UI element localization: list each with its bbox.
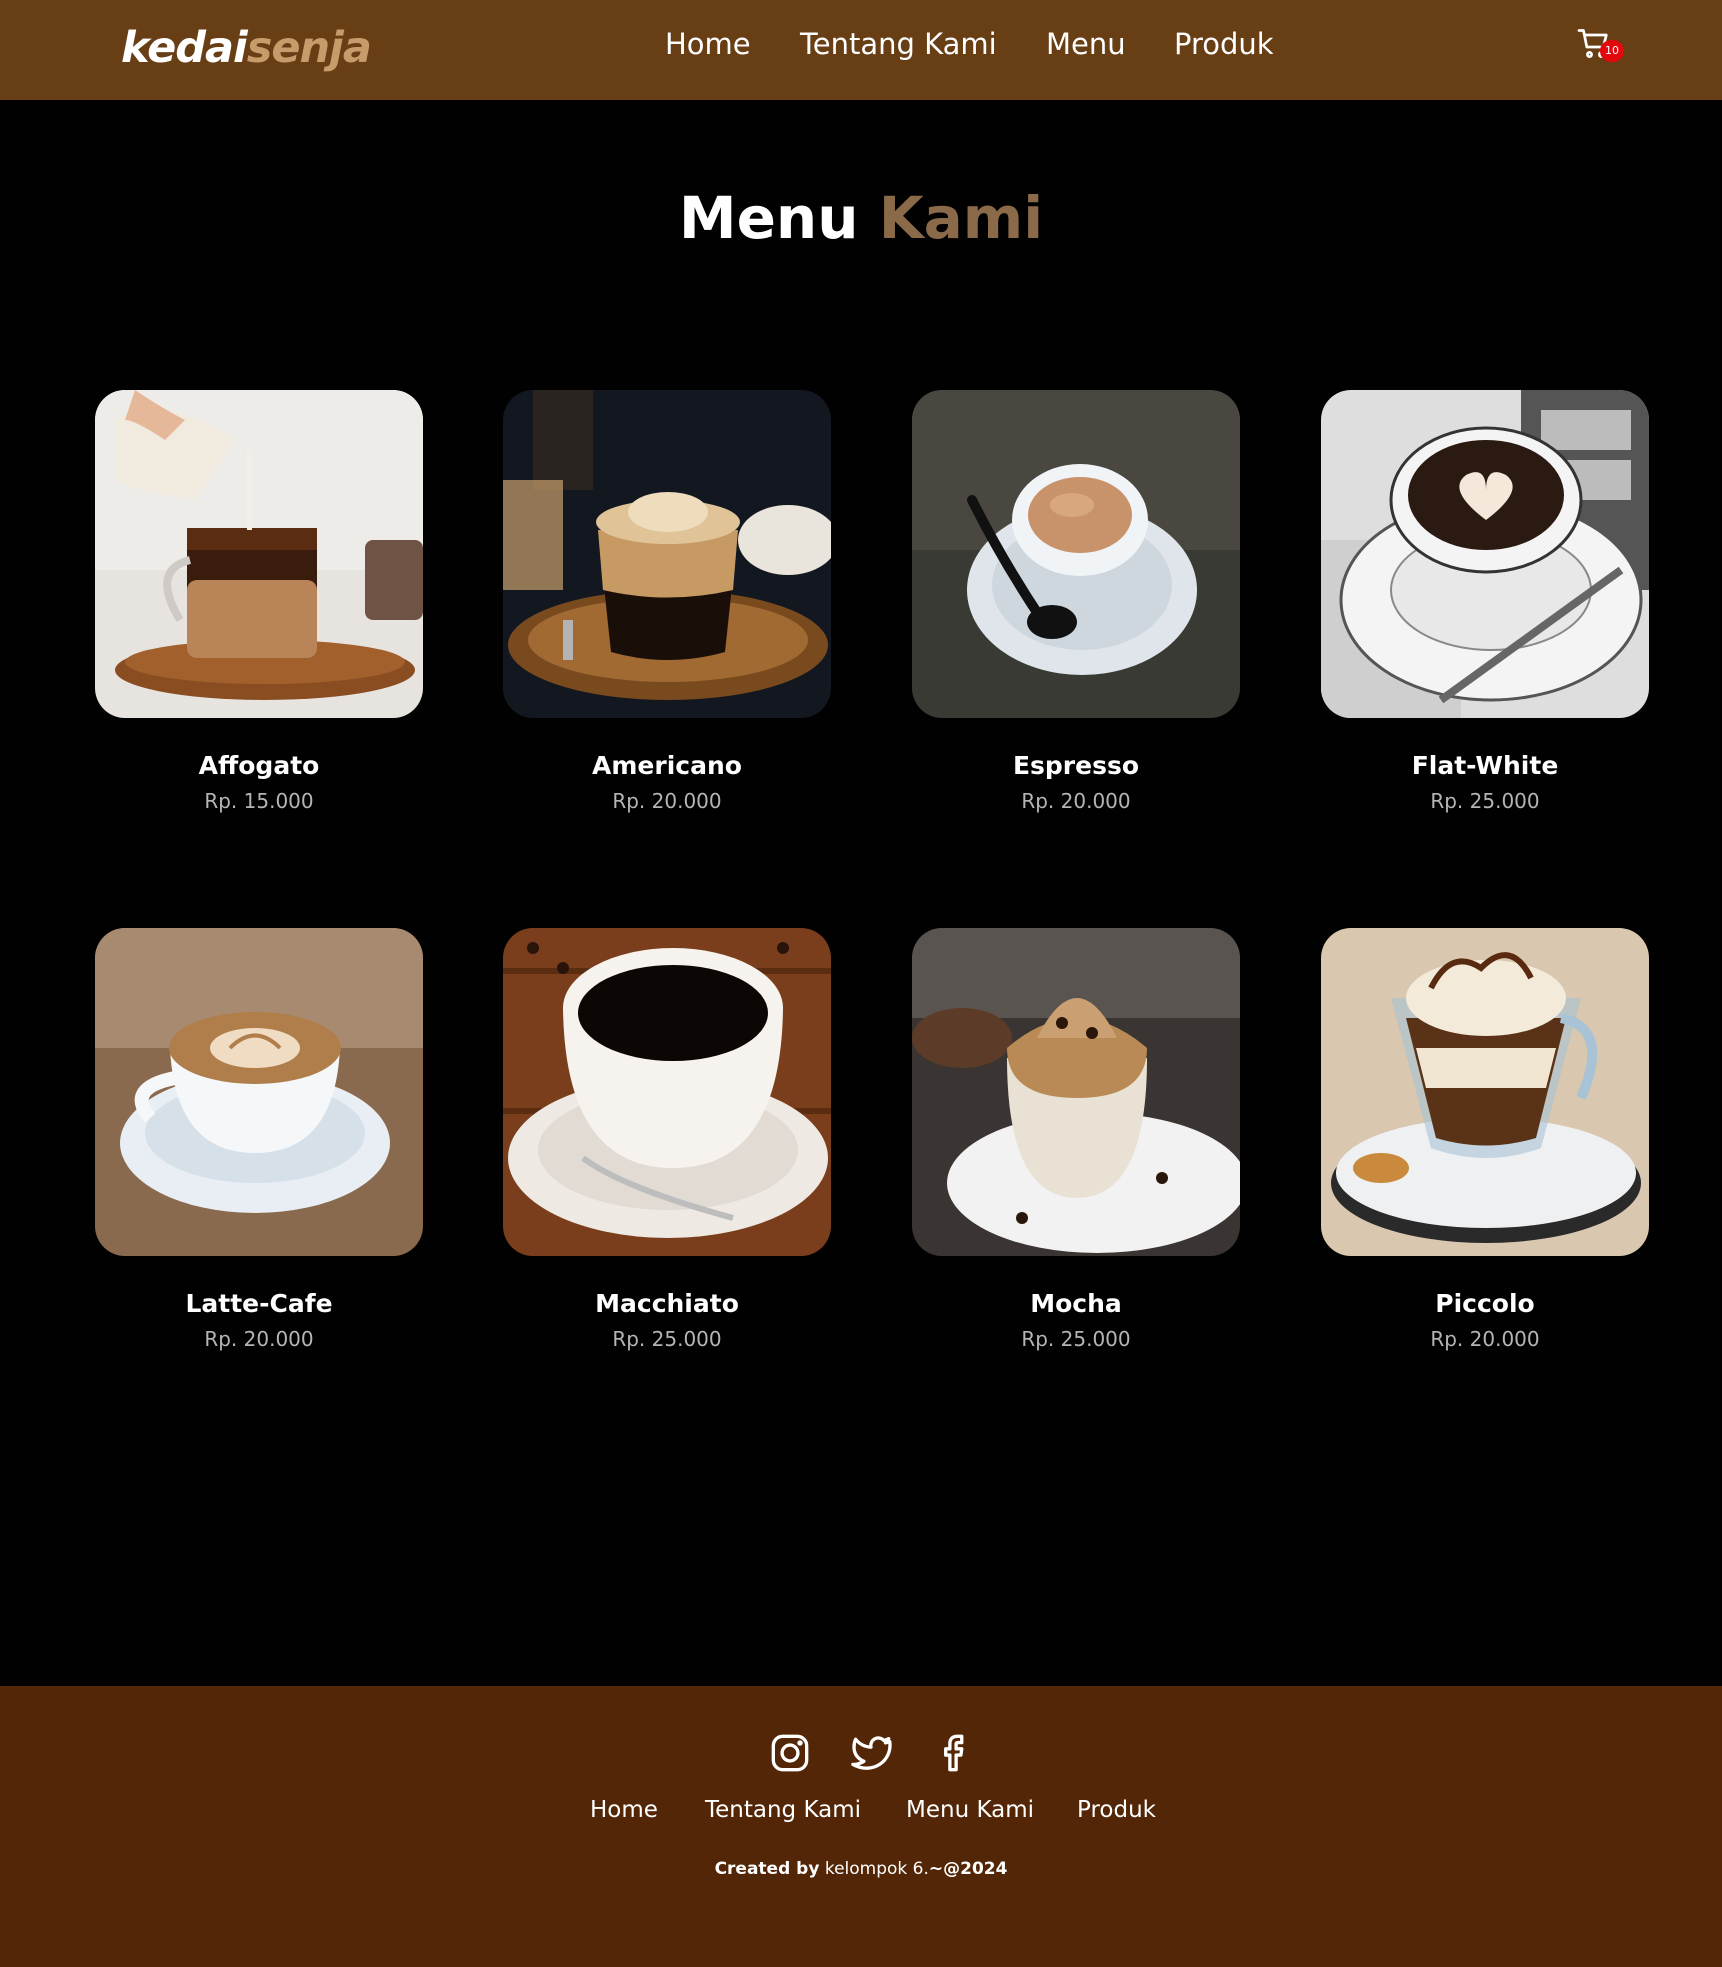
menu-card-espresso[interactable]: Espresso Rp. 20.000 xyxy=(912,390,1240,816)
mocha-image xyxy=(912,928,1240,1256)
menu-card-mocha[interactable]: Mocha Rp. 25.000 xyxy=(912,928,1240,1354)
menu-card-latte-cafe[interactable]: Latte-Cafe Rp. 20.000 xyxy=(95,928,423,1354)
flat-white-image xyxy=(1321,390,1649,718)
nav-menu[interactable]: Menu xyxy=(1046,22,1126,66)
footer-nav: Home Tentang Kami Menu Kami Produk xyxy=(0,1790,1722,1830)
credit-text: Created by kelompok 6.~@2024 xyxy=(0,1854,1722,1884)
nav-tentang-kami[interactable]: Tentang Kami xyxy=(800,22,997,66)
menu-item-price: Rp. 25.000 xyxy=(1430,789,1540,813)
section-title: Menu Kami xyxy=(0,178,1722,258)
social-links xyxy=(0,1728,1722,1778)
credit-prefix: Created by xyxy=(714,1859,820,1879)
menu-card-americano[interactable]: Americano Rp. 20.000 xyxy=(503,390,831,816)
menu-item-price: Rp. 25.000 xyxy=(1021,1327,1131,1351)
menu-item-name: Macchiato xyxy=(595,1289,739,1318)
footer-link-home[interactable]: Home xyxy=(590,1790,658,1830)
credit-suffix: ~@2024 xyxy=(928,1859,1008,1879)
menu-item-name: Affogato xyxy=(198,751,320,780)
menu-item-price: Rp. 20.000 xyxy=(612,789,722,813)
menu-item-price: Rp. 20.000 xyxy=(1430,1327,1540,1351)
latte-cafe-image xyxy=(95,928,423,1256)
piccolo-image xyxy=(1321,928,1649,1256)
menu-item-name: Flat-White xyxy=(1411,751,1559,780)
menu-item-price: Rp. 25.000 xyxy=(612,1327,722,1351)
section-title-part-2: Kami xyxy=(878,184,1044,252)
facebook-icon xyxy=(944,1734,964,1772)
section-title-part-1: Menu xyxy=(678,184,859,252)
menu-card-flat-white[interactable]: Flat-White Rp. 25.000 xyxy=(1321,390,1649,816)
navbar: kedaisenja Home Tentang Kami Menu Produk… xyxy=(0,0,1722,100)
menu-card-affogato[interactable]: Affogato Rp. 15.000 xyxy=(95,390,423,816)
americano-image xyxy=(503,390,831,718)
facebook-link[interactable] xyxy=(928,1728,978,1778)
macchiato-image xyxy=(503,928,831,1256)
footer: Home Tentang Kami Menu Kami Produk Creat… xyxy=(0,1686,1722,1967)
menu-item-price: Rp. 20.000 xyxy=(204,1327,314,1351)
menu-card-piccolo[interactable]: Piccolo Rp. 20.000 xyxy=(1321,928,1649,1354)
footer-link-produk[interactable]: Produk xyxy=(1077,1790,1156,1830)
menu-item-name: Piccolo xyxy=(1435,1289,1535,1318)
main-nav: Home Tentang Kami Menu Produk xyxy=(0,22,1722,66)
espresso-image xyxy=(912,390,1240,718)
menu-item-price: Rp. 20.000 xyxy=(1021,789,1131,813)
cart-button[interactable]: 10 xyxy=(1576,26,1624,66)
menu-item-name: Espresso xyxy=(1012,751,1140,780)
twitter-link[interactable] xyxy=(846,1728,896,1778)
nav-home[interactable]: Home xyxy=(665,22,751,66)
menu-card-macchiato[interactable]: Macchiato Rp. 25.000 xyxy=(503,928,831,1354)
menu-item-name: Latte-Cafe xyxy=(185,1289,333,1318)
footer-link-tentang-kami[interactable]: Tentang Kami xyxy=(705,1790,861,1830)
footer-link-menu-kami[interactable]: Menu Kami xyxy=(906,1790,1034,1830)
nav-produk[interactable]: Produk xyxy=(1174,22,1274,66)
affogato-image xyxy=(95,390,423,718)
credit-name: kelompok 6. xyxy=(824,1859,929,1879)
twitter-icon xyxy=(851,1736,892,1770)
cart-count-badge: 10 xyxy=(1600,40,1624,62)
instagram-link[interactable] xyxy=(765,1728,815,1778)
menu-item-name: Mocha xyxy=(1030,1289,1122,1318)
menu-item-price: Rp. 15.000 xyxy=(204,789,314,813)
instagram-icon xyxy=(771,1734,809,1772)
menu-item-name: Americano xyxy=(592,751,742,780)
